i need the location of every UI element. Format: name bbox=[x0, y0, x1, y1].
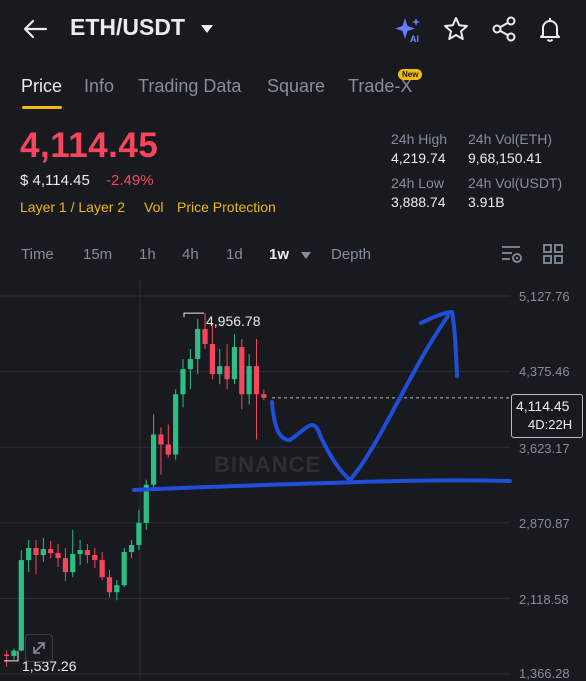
candle-body bbox=[55, 553, 61, 559]
y-tick: 3,623.17 bbox=[519, 441, 570, 456]
candle-countdown: 4D:22H bbox=[528, 417, 573, 432]
usd-price: $ 4,114.45 bbox=[20, 172, 90, 189]
back-arrow-icon[interactable] bbox=[20, 14, 50, 44]
candle-body bbox=[99, 560, 105, 578]
candle-body bbox=[253, 366, 260, 395]
candle-body bbox=[136, 522, 142, 545]
candle-body bbox=[187, 359, 193, 370]
tag-price-protection[interactable]: Price Protection bbox=[177, 199, 276, 215]
high-value: 4,219.74 bbox=[391, 150, 446, 166]
timeframe-caret-icon[interactable] bbox=[301, 252, 311, 259]
tag-vol[interactable]: Vol bbox=[144, 199, 163, 215]
y-tick: 1,366.28 bbox=[519, 666, 570, 681]
vol-eth-label: 24h Vol(ETH) bbox=[468, 131, 553, 147]
tab-info[interactable]: Info bbox=[84, 76, 114, 97]
pair-title[interactable]: ETH/USDT bbox=[70, 14, 185, 41]
candle-body bbox=[106, 577, 113, 593]
candle-body bbox=[114, 585, 120, 593]
tf-time[interactable]: Time bbox=[21, 246, 54, 263]
low-label: 24h Low bbox=[391, 175, 444, 191]
candle-body bbox=[121, 552, 127, 586]
tf-1w[interactable]: 1w bbox=[269, 246, 289, 263]
candle-body bbox=[202, 328, 208, 345]
last-price: 4,114.45 bbox=[20, 126, 159, 165]
tf-15m[interactable]: 15m bbox=[83, 246, 112, 263]
candle-body bbox=[224, 366, 230, 380]
ai-label: AI bbox=[410, 34, 419, 44]
tf-4h[interactable]: 4h bbox=[182, 246, 199, 263]
expand-icon[interactable] bbox=[25, 634, 53, 662]
vol-eth-value: 9,68,150.41 bbox=[468, 150, 542, 166]
candle-body bbox=[18, 560, 24, 651]
candle-body bbox=[40, 549, 46, 556]
layout-grid-icon[interactable] bbox=[542, 243, 564, 265]
active-tab-indicator bbox=[22, 106, 62, 109]
candle-body bbox=[128, 544, 135, 553]
candle-body bbox=[11, 650, 17, 657]
support-line-drawing bbox=[132, 478, 512, 492]
period-high-label: 4,956.78 bbox=[206, 313, 261, 329]
tab-trading-data[interactable]: Trading Data bbox=[138, 76, 241, 97]
ai-sparkle-icon[interactable]: AI bbox=[393, 15, 425, 45]
candle-body bbox=[48, 549, 54, 554]
share-icon[interactable] bbox=[490, 15, 518, 43]
chart-settings-icon[interactable] bbox=[500, 243, 524, 265]
tab-price[interactable]: Price bbox=[21, 76, 62, 97]
candle-body bbox=[62, 558, 68, 573]
candle-body bbox=[92, 555, 98, 561]
candle-body bbox=[195, 328, 201, 360]
y-tick: 2,118.58 bbox=[519, 592, 569, 607]
candle-body bbox=[165, 444, 171, 455]
period-high-marker bbox=[183, 312, 204, 318]
bell-icon[interactable] bbox=[536, 15, 564, 43]
candle-body bbox=[77, 550, 83, 555]
candle-body bbox=[158, 434, 164, 445]
candle-body bbox=[151, 434, 157, 485]
candle-body bbox=[173, 394, 179, 455]
candle-body bbox=[239, 347, 245, 395]
candle-body bbox=[180, 369, 186, 395]
tag-layer[interactable]: Layer 1 / Layer 2 bbox=[20, 199, 125, 215]
candle-body bbox=[209, 344, 215, 375]
candle-body bbox=[217, 366, 223, 375]
candle-body bbox=[33, 548, 39, 556]
candle-body bbox=[261, 394, 267, 398]
candle-body bbox=[70, 554, 76, 573]
tf-1h[interactable]: 1h bbox=[139, 246, 156, 263]
candle-body bbox=[84, 550, 91, 556]
tab-square[interactable]: Square bbox=[267, 76, 325, 97]
binance-watermark: BINANCE bbox=[214, 452, 322, 477]
low-value: 3,888.74 bbox=[391, 194, 446, 210]
tf-depth[interactable]: Depth bbox=[331, 246, 371, 263]
candle-body bbox=[4, 654, 10, 657]
vol-usdt-label: 24h Vol(USDT) bbox=[468, 175, 563, 191]
candle-body bbox=[231, 347, 238, 380]
y-tick: 4,375.46 bbox=[519, 364, 570, 379]
price-change: -2.49% bbox=[106, 172, 154, 189]
candlestick-chart[interactable] bbox=[0, 280, 586, 680]
star-icon[interactable] bbox=[442, 15, 470, 43]
new-badge: New bbox=[398, 69, 423, 80]
candle-body bbox=[26, 548, 32, 561]
top-bar: ETH/USDT AI bbox=[0, 0, 586, 58]
y-tick: 5,127.76 bbox=[519, 289, 570, 304]
current-price-label: 4,114.45 bbox=[516, 398, 570, 414]
candle-body bbox=[246, 366, 252, 395]
vol-usdt-value: 3.91B bbox=[468, 194, 505, 210]
high-label: 24h High bbox=[391, 131, 448, 147]
caret-down-icon[interactable] bbox=[200, 24, 214, 34]
y-tick: 2,870.87 bbox=[519, 516, 570, 531]
tf-1d[interactable]: 1d bbox=[226, 246, 243, 263]
